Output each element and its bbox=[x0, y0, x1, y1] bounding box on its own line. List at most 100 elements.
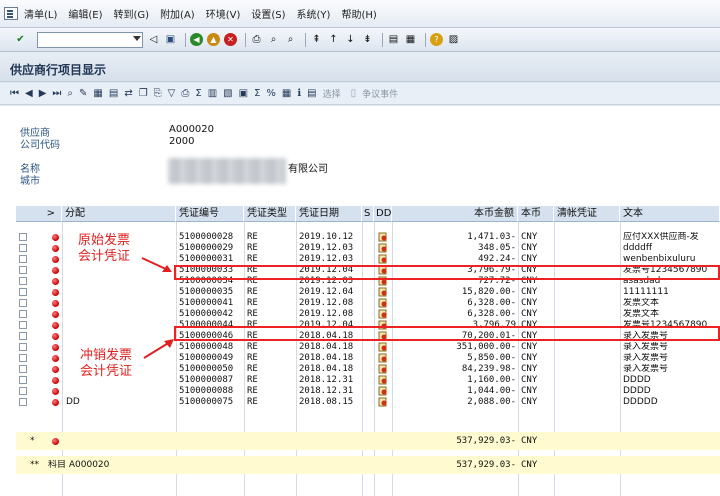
dd-document-icon[interactable] bbox=[378, 232, 388, 242]
back-icon[interactable]: ◀ bbox=[190, 33, 203, 46]
dd-document-icon[interactable] bbox=[378, 298, 388, 308]
row-checkbox[interactable] bbox=[19, 365, 27, 373]
print-preview-icon[interactable]: ⎙ bbox=[181, 88, 189, 99]
calendar-icon[interactable]: ▦ bbox=[282, 88, 291, 99]
filter-icon[interactable]: ▽ bbox=[168, 88, 176, 99]
first-item-icon[interactable]: ⏮ bbox=[10, 88, 19, 99]
percent-icon[interactable]: % bbox=[266, 88, 276, 99]
col-header-dd[interactable]: DD bbox=[374, 206, 392, 222]
system-menu-icon[interactable] bbox=[4, 7, 18, 20]
row-checkbox[interactable] bbox=[19, 255, 27, 263]
row-checkbox[interactable] bbox=[19, 332, 27, 340]
prev-page-icon[interactable]: ↑ bbox=[327, 33, 340, 46]
row-checkbox[interactable] bbox=[19, 398, 27, 406]
table-row[interactable]: 5100000041 RE 2019.12.08 6,328.00- CNY 发票文本 bbox=[16, 298, 720, 309]
command-field[interactable] bbox=[37, 31, 143, 48]
row-checkbox[interactable] bbox=[19, 288, 27, 296]
row-checkbox[interactable] bbox=[19, 244, 27, 252]
col-header-currency[interactable]: 本币 bbox=[518, 206, 554, 222]
doc-number-cell[interactable]: 5100000087 bbox=[179, 375, 233, 386]
doc-number-cell[interactable]: 5100000048 bbox=[179, 342, 233, 353]
command-input[interactable] bbox=[38, 32, 130, 47]
doc-number-cell[interactable]: 5100000075 bbox=[179, 397, 233, 408]
menu-system[interactable]: 系统(Y) bbox=[297, 6, 331, 21]
row-checkbox[interactable] bbox=[19, 387, 27, 395]
dd-document-icon[interactable] bbox=[378, 397, 388, 407]
dd-document-icon[interactable] bbox=[378, 353, 388, 363]
row-checkbox[interactable] bbox=[19, 266, 27, 274]
table-row[interactable]: 5100000042 RE 2019.12.08 6,328.00- CNY 发票文本 bbox=[16, 309, 720, 320]
select-button[interactable]: 选择 bbox=[323, 87, 341, 100]
select-icon[interactable]: ▤ bbox=[307, 88, 316, 99]
help-icon[interactable]: ? bbox=[430, 33, 443, 46]
chevron-down-icon[interactable] bbox=[133, 35, 141, 41]
new-session-icon[interactable]: ▤ bbox=[387, 33, 400, 46]
dd-document-icon[interactable] bbox=[378, 243, 388, 253]
back-arrow-icon[interactable]: ◁ bbox=[147, 33, 160, 46]
doc-number-cell[interactable]: 5100000088 bbox=[179, 386, 233, 397]
doc-number-cell[interactable]: 5100000029 bbox=[179, 243, 233, 254]
menu-goto[interactable]: 转到(G) bbox=[114, 6, 150, 21]
doc-number-cell[interactable]: 5100000042 bbox=[179, 309, 233, 320]
menu-extras[interactable]: 附加(A) bbox=[160, 6, 195, 21]
display-icon[interactable]: ⌕ bbox=[67, 88, 73, 99]
row-checkbox[interactable] bbox=[19, 233, 27, 241]
menu-environment[interactable]: 环境(V) bbox=[206, 6, 241, 21]
dd-document-icon[interactable] bbox=[378, 364, 388, 374]
dd-document-icon[interactable] bbox=[378, 386, 388, 396]
col-header-assignment[interactable]: 分配 bbox=[62, 206, 176, 222]
doc-number-cell[interactable]: 5100000035 bbox=[179, 287, 233, 298]
row-checkbox[interactable] bbox=[19, 376, 27, 384]
dd-document-icon[interactable] bbox=[378, 342, 388, 352]
last-page-icon[interactable]: ⇟ bbox=[361, 33, 374, 46]
row-checkbox[interactable] bbox=[19, 343, 27, 351]
row-checkbox[interactable] bbox=[19, 277, 27, 285]
col-header-status[interactable]: S bbox=[362, 206, 374, 222]
next-item-icon[interactable]: ▶ bbox=[39, 88, 47, 99]
doc-number-cell[interactable]: 5100000031 bbox=[179, 254, 233, 265]
row-checkbox[interactable] bbox=[19, 321, 27, 329]
prev-item-icon[interactable]: ◀ bbox=[25, 88, 33, 99]
dispute-doc-icon[interactable]: ▯ bbox=[351, 88, 357, 99]
dd-document-icon[interactable] bbox=[378, 254, 388, 264]
doc-number-cell[interactable]: 5100000041 bbox=[179, 298, 233, 309]
menu-edit[interactable]: 编辑(E) bbox=[68, 6, 102, 21]
row-checkbox[interactable] bbox=[19, 310, 27, 318]
table-icon[interactable]: ▥ bbox=[208, 88, 217, 99]
col-header-amount[interactable]: 本币金额 bbox=[392, 206, 518, 222]
subtotal-icon[interactable]: Σ bbox=[195, 88, 201, 99]
col-header-doc-type[interactable]: 凭证类型 bbox=[244, 206, 296, 222]
row-checkbox[interactable] bbox=[19, 299, 27, 307]
menu-list[interactable]: 清单(L) bbox=[24, 6, 57, 21]
column-selector[interactable]: > bbox=[16, 206, 62, 222]
copy-icon[interactable]: ❐ bbox=[139, 88, 148, 99]
exit-icon[interactable]: ▲ bbox=[207, 33, 220, 46]
doc-icon[interactable]: ▤ bbox=[109, 88, 118, 99]
save-icon[interactable]: ▣ bbox=[164, 33, 177, 46]
find-icon[interactable]: ⌕ bbox=[267, 33, 280, 46]
attach-icon[interactable]: ⎘ bbox=[154, 88, 162, 99]
table-row[interactable]: 5100000088 RE 2018.12.31 1,044.00- CNY DDDD bbox=[16, 386, 720, 397]
cancel-icon[interactable]: ✕ bbox=[224, 33, 237, 46]
table-row[interactable]: DD 5100000075 RE 2018.08.15 2,088.00- CNY DDDD… bbox=[16, 397, 720, 408]
dispute-button[interactable]: 争议事件 bbox=[362, 87, 398, 100]
info-icon[interactable]: ℹ bbox=[297, 88, 301, 99]
menu-help[interactable]: 帮助(H) bbox=[341, 6, 376, 21]
doc-number-cell[interactable]: 5100000049 bbox=[179, 353, 233, 364]
col-header-text[interactable]: 文本 bbox=[620, 206, 720, 222]
row-checkbox[interactable] bbox=[19, 354, 27, 362]
doc-number-cell[interactable]: 5100000028 bbox=[179, 232, 233, 243]
enter-check-icon[interactable]: ✔ bbox=[14, 33, 27, 46]
print-icon[interactable]: ⎙ bbox=[250, 33, 263, 46]
sum-icon[interactable]: Σ bbox=[254, 88, 260, 99]
layout-icon[interactable]: ▨ bbox=[447, 33, 460, 46]
find-next-icon[interactable]: ⌕ bbox=[284, 33, 297, 46]
transfer-icon[interactable]: ⇄ bbox=[124, 88, 132, 99]
grid-icon[interactable]: ▦ bbox=[93, 88, 102, 99]
doc-number-cell[interactable]: 5100000050 bbox=[179, 364, 233, 375]
export-icon[interactable]: ▧ bbox=[223, 88, 232, 99]
dd-document-icon[interactable] bbox=[378, 287, 388, 297]
menu-settings[interactable]: 设置(S) bbox=[251, 6, 285, 21]
dd-document-icon[interactable] bbox=[378, 375, 388, 385]
col-header-doc-number[interactable]: 凭证编号 bbox=[176, 206, 244, 222]
